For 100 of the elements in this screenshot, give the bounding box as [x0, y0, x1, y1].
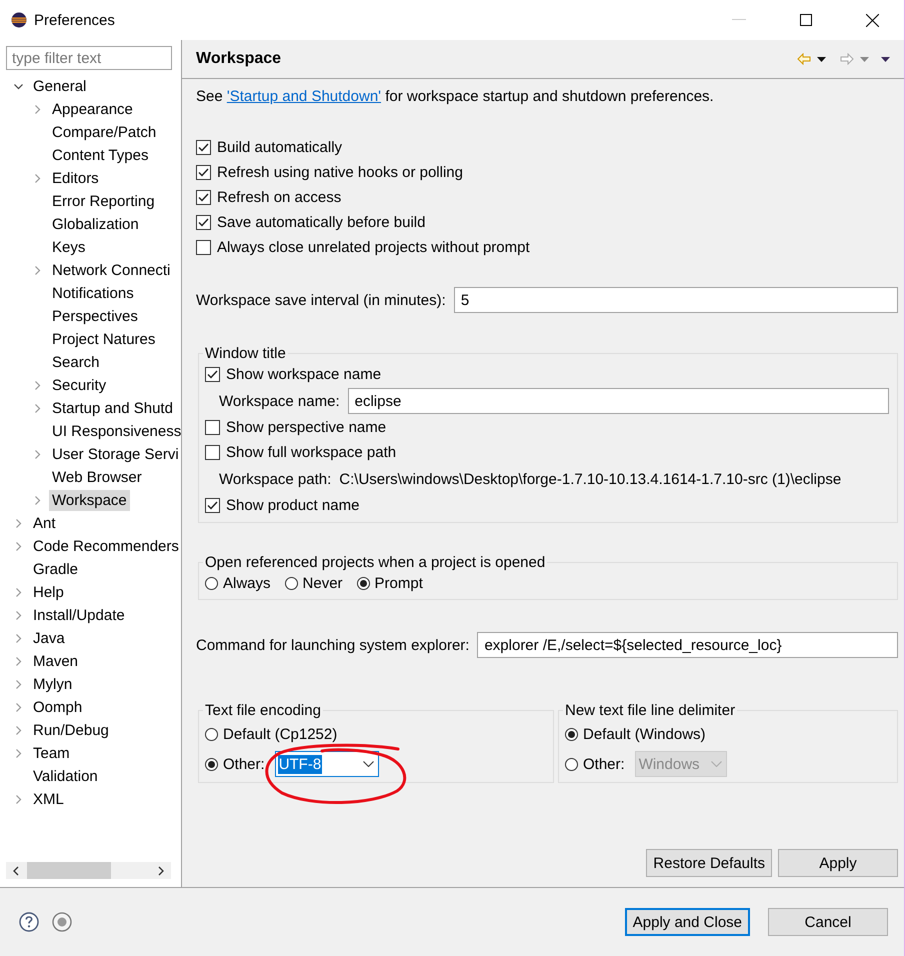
checkbox-label: Refresh on access	[217, 189, 342, 206]
expand-chevron-icon[interactable]	[14, 634, 23, 643]
radio-button[interactable]	[205, 758, 218, 770]
radio-button[interactable]	[565, 728, 578, 740]
command-field[interactable]: explorer /E,/select=${selected_resource_loc}	[477, 632, 898, 658]
expand-chevron-icon[interactable]	[33, 105, 42, 114]
dropdown-triangle-icon[interactable]	[817, 56, 826, 62]
view-menu-icon[interactable]	[881, 56, 890, 62]
checkbox[interactable]	[205, 367, 220, 382]
radio-button[interactable]	[356, 577, 370, 590]
tree-item[interactable]: Maven	[30, 651, 82, 672]
back-arrow-icon[interactable]	[797, 53, 811, 65]
checkbox[interactable]	[205, 445, 220, 460]
radio-button[interactable]	[205, 577, 218, 590]
tree-item[interactable]: General	[30, 76, 90, 97]
tree-item[interactable]: Network Connecti	[49, 260, 174, 281]
tree-item[interactable]: Security	[49, 375, 110, 396]
tree-item[interactable]: UI Responsiveness	[49, 421, 181, 442]
scroll-left-icon[interactable]	[12, 866, 19, 876]
checkbox[interactable]	[205, 498, 220, 513]
field-label: Workspace name:	[219, 392, 340, 410]
expand-chevron-icon[interactable]	[14, 749, 23, 758]
scrollbar-thumb[interactable]	[27, 862, 111, 879]
expand-chevron-icon[interactable]	[14, 795, 23, 804]
tree-item[interactable]: Help	[30, 582, 67, 603]
expand-chevron-icon[interactable]	[33, 496, 42, 505]
radio-label: Other:	[223, 756, 265, 772]
expand-chevron-icon[interactable]	[14, 726, 23, 735]
tree-item[interactable]: Code Recommenders	[30, 536, 181, 557]
interval-field[interactable]: 5	[454, 287, 898, 313]
tree-item[interactable]: Run/Debug	[30, 720, 112, 741]
record-icon[interactable]	[52, 912, 72, 932]
tree-item[interactable]: Workspace	[49, 490, 130, 511]
startup-link[interactable]: 'Startup and Shutdown'	[226, 88, 382, 105]
tree-item[interactable]: Startup and Shutd	[49, 398, 176, 419]
tree-item[interactable]: Compare/Patch	[49, 122, 160, 143]
checkbox[interactable]	[196, 190, 211, 205]
expand-chevron-icon[interactable]	[14, 680, 23, 689]
scroll-right-icon[interactable]	[158, 866, 165, 876]
tree-item[interactable]: Java	[30, 628, 68, 649]
tree-item[interactable]: Ant	[30, 513, 59, 534]
tree-item[interactable]: Error Reporting	[49, 191, 158, 212]
tree-item[interactable]: Editors	[49, 168, 102, 189]
checkbox[interactable]	[196, 240, 211, 255]
app-logo-icon	[11, 12, 27, 28]
tree-item[interactable]: Appearance	[49, 99, 136, 120]
expand-chevron-icon[interactable]	[33, 266, 42, 275]
maximize-icon[interactable]	[800, 14, 812, 26]
expand-chevron-icon[interactable]	[33, 404, 42, 413]
group-title: Open referenced projects when a project is opened	[204, 554, 546, 571]
expand-chevron-icon[interactable]	[14, 611, 23, 620]
encoding-dropdown[interactable]: UTF-8	[274, 751, 379, 777]
tree-item[interactable]: Install/Update	[30, 605, 128, 626]
tree-item[interactable]: Notifications	[49, 283, 137, 304]
expand-chevron-icon[interactable]	[14, 703, 23, 712]
radio-label: Default (Cp1252)	[223, 726, 338, 742]
tree-item[interactable]: Validation	[30, 766, 101, 787]
checkbox[interactable]	[196, 165, 211, 180]
tree-item[interactable]: Team	[30, 743, 73, 764]
tree-item[interactable]: Search	[49, 352, 103, 373]
tree-item[interactable]: Keys	[49, 237, 88, 258]
field-label: Workspace save interval (in minutes):	[196, 292, 446, 308]
filter-field[interactable]: type filter text	[6, 46, 172, 70]
collapse-chevron-icon[interactable]	[14, 82, 23, 91]
tree-item[interactable]: Perspectives	[49, 306, 141, 327]
intro-text: See 'Startup and Shutdown' for workspace startup and shutdown preferences.	[196, 88, 715, 105]
radio-label: Never	[302, 575, 343, 592]
expand-chevron-icon[interactable]	[14, 519, 23, 528]
checkbox[interactable]	[196, 215, 211, 230]
tree-item[interactable]: Mylyn	[30, 674, 76, 695]
dialog-button[interactable]: Cancel	[768, 908, 888, 936]
radio-button[interactable]	[205, 728, 218, 740]
tree-item[interactable]: Gradle	[30, 559, 82, 580]
horizontal-scrollbar[interactable]	[6, 862, 171, 879]
close-icon[interactable]	[866, 14, 879, 26]
tree-item[interactable]: Oomph	[30, 697, 86, 718]
checkbox[interactable]	[205, 420, 220, 435]
expand-chevron-icon[interactable]	[33, 174, 42, 183]
checkbox-label: Refresh using native hooks or polling	[217, 164, 463, 181]
forward-arrow-icon[interactable]	[840, 53, 854, 65]
tree-item[interactable]: Project Natures	[49, 329, 158, 350]
workspace-name-field[interactable]: eclipse	[348, 388, 889, 414]
tree-item[interactable]: XML	[30, 789, 67, 810]
tree-item[interactable]: User Storage Servi	[49, 444, 181, 465]
checkbox[interactable]	[196, 140, 211, 155]
tree-item[interactable]: Globalization	[49, 214, 142, 235]
tree-item[interactable]: Web Browser	[49, 467, 145, 488]
expand-chevron-icon[interactable]	[14, 657, 23, 666]
help-icon[interactable]	[19, 912, 39, 932]
expand-chevron-icon[interactable]	[14, 542, 23, 551]
tree-item[interactable]: Content Types	[49, 145, 152, 166]
page-title: Workspace	[196, 50, 282, 68]
page-button[interactable]: Apply	[778, 849, 898, 877]
chevron-down-icon[interactable]	[362, 761, 374, 767]
expand-chevron-icon[interactable]	[14, 588, 23, 597]
page-button[interactable]: Restore Defaults	[646, 849, 772, 877]
radio-button[interactable]	[284, 577, 298, 590]
dialog-button[interactable]: Apply and Close	[624, 908, 750, 936]
expand-chevron-icon[interactable]	[33, 381, 42, 390]
expand-chevron-icon[interactable]	[33, 450, 42, 459]
